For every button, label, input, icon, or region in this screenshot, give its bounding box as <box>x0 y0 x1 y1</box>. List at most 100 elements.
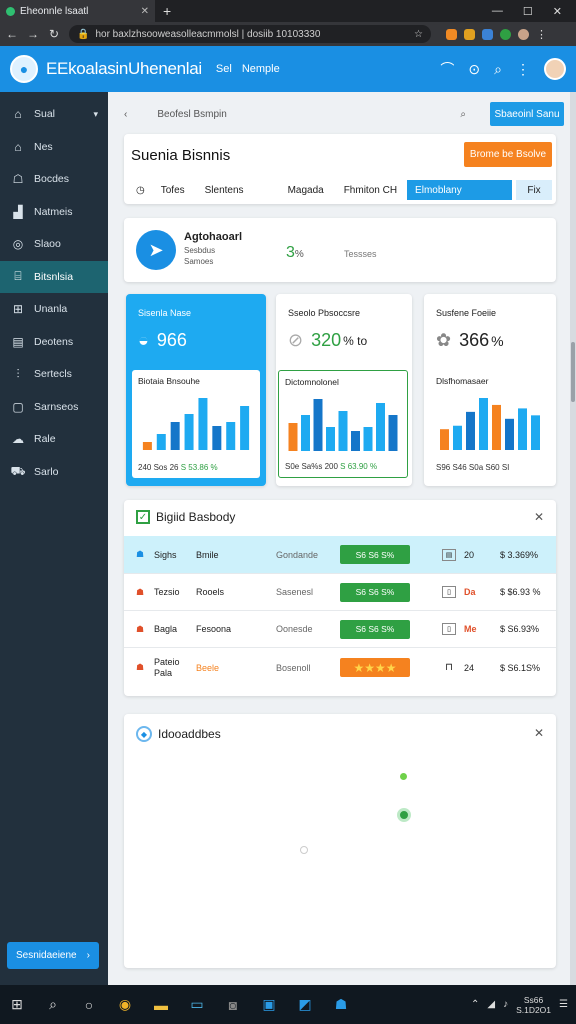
tab-close-icon[interactable]: ✕ <box>141 6 149 17</box>
check-icon[interactable]: ✓ <box>136 510 150 524</box>
tab-favicon-icon <box>6 6 15 16</box>
task-view-icon[interactable]: ○ <box>80 996 98 1014</box>
monitor-icon[interactable]: ▭ <box>188 996 206 1014</box>
extension-folder-icon[interactable] <box>464 28 475 40</box>
avatar[interactable] <box>544 58 566 80</box>
orange-action-button[interactable]: Brome be Bsolve <box>464 142 552 167</box>
sidebar-item-label: Slaoo <box>34 238 61 251</box>
row-status: Gondande <box>276 549 319 560</box>
lock-icon[interactable]: ⊓ <box>442 662 456 674</box>
sidebar-item-label: Unanla <box>34 303 68 316</box>
row-num: Da <box>464 587 476 597</box>
back-icon[interactable]: ← <box>6 27 18 41</box>
stat-card-1[interactable]: Sisenla Nase ◒ 966 Biotaia Bnsouhe 240 S… <box>126 294 266 486</box>
info-icon[interactable]: ⊙ <box>468 61 480 78</box>
sidebar-item-sual[interactable]: ⌂ Sual ▾ <box>0 98 108 131</box>
chevron-up-icon[interactable]: ⌃ <box>471 999 479 1010</box>
extension-window-icon[interactable] <box>482 28 493 40</box>
row-amount: $ S6.93% <box>500 624 540 634</box>
tab-elmoblany[interactable]: Elmoblany <box>407 180 513 200</box>
bookmark-star-icon[interactable]: ☆ <box>414 29 423 40</box>
tab-fhmiton[interactable]: Fhmiton CH <box>334 185 407 196</box>
sidebar-item-slaoo[interactable]: ◎ Slaoo <box>0 228 108 261</box>
store-icon[interactable]: ▣ <box>260 996 278 1014</box>
close-window-icon[interactable]: ✕ <box>553 5 562 18</box>
browser-tab[interactable]: Eheonnle lsaatl ✕ <box>0 0 155 22</box>
sidebar-item-sarnseos[interactable]: ▢ Sarnseos <box>0 391 108 424</box>
close-icon[interactable]: ✕ <box>534 510 544 524</box>
network-icon[interactable]: ◢ <box>487 999 495 1010</box>
profile-icon[interactable] <box>518 28 529 40</box>
sidebar-cta-button[interactable]: Sesnidaeiene › <box>7 942 99 969</box>
minimize-icon[interactable]: — <box>492 5 503 18</box>
table-card: ✓ Bigiid Basbody ✕ ☗ Sighs Bmile Gondand… <box>124 500 556 696</box>
row-name: Pateio Pala <box>154 656 180 678</box>
document-icon[interactable]: ▯ <box>442 623 456 635</box>
signal-icon[interactable]: ⌒ <box>440 59 454 79</box>
app-nav-item[interactable]: Nemple <box>242 63 280 75</box>
row-status: Oonesde <box>276 624 313 634</box>
mail-icon[interactable]: ◩ <box>296 996 314 1014</box>
search-icon[interactable]: ⌕ <box>44 996 62 1014</box>
tab-tofes[interactable]: Tofes <box>151 185 195 196</box>
table-row[interactable]: ☗ Tezsio Rooels Sasenesl S6 S6 S% ▯ Da $… <box>124 573 556 610</box>
sidebar-item-bocdes[interactable]: ☖ Bocdes <box>0 163 108 196</box>
table-row[interactable]: ☗ Sighs Bmile Gondande S6 S6 S% ▤ 20 $ 3… <box>124 536 556 573</box>
stat-bar <box>351 431 360 451</box>
tab-slentens[interactable]: Slentens <box>195 185 254 196</box>
sidebar-item-natmeis[interactable]: ▟ Natmeis <box>0 196 108 229</box>
sidebar-item-nes[interactable]: ⌂ Nes <box>0 131 108 164</box>
people-icon[interactable]: ☗ <box>332 996 350 1014</box>
search-icon[interactable]: ⌕ <box>494 61 502 78</box>
volume-icon[interactable]: ♪ <box>503 999 508 1010</box>
sidebar-item-sertecls[interactable]: ⫶ Sertecls <box>0 358 108 391</box>
top-action-button[interactable]: Sbaeoinl Sanu <box>490 102 564 126</box>
scrollbar-thumb[interactable] <box>571 342 575 402</box>
address-bar[interactable]: 🔒 hor baxlzhsooweasolleacmmolsl | dosiib… <box>69 25 431 43</box>
more-icon[interactable]: ⋮ <box>516 61 530 78</box>
document-icon[interactable]: ▯ <box>442 586 456 598</box>
new-tab-icon[interactable]: + <box>163 3 171 19</box>
reload-icon[interactable]: ↻ <box>48 27 60 41</box>
table-row[interactable]: ☗ Bagla Fesoona Oonesde S6 S6 S% ▯ Me $ … <box>124 610 556 647</box>
maximize-icon[interactable]: ☐ <box>523 5 533 18</box>
stat-footer: S96 S46 S0a S60 SI <box>436 463 509 472</box>
chrome-icon[interactable]: ◉ <box>116 996 134 1014</box>
search-icon[interactable]: ⌕ <box>460 109 466 120</box>
scrollbar[interactable] <box>570 92 576 985</box>
stat-bar <box>440 429 449 450</box>
stat-card-2[interactable]: Sseolo Pbsoccsre ⊘ 320% to Dictomnolonel… <box>276 294 412 486</box>
notifications-icon[interactable]: ☰ <box>559 999 568 1010</box>
close-icon[interactable]: ✕ <box>534 726 544 740</box>
stat-bar <box>453 425 462 450</box>
extension-green-icon[interactable] <box>500 28 511 40</box>
home-icon: ⌂ <box>14 139 22 154</box>
windows-start-icon[interactable]: ⊞ <box>8 996 26 1014</box>
document-icon[interactable]: ▤ <box>442 548 456 561</box>
stat-card-3[interactable]: Susfene Foeiie ✿ 366% Dlsfhomasaer S96 S… <box>424 294 556 486</box>
tab-fix[interactable]: Fix <box>516 180 553 200</box>
app-nav-item[interactable]: Sel <box>216 63 232 75</box>
back-chevron-icon[interactable]: ‹ <box>124 109 127 120</box>
folder-icon[interactable]: ▬ <box>152 996 170 1014</box>
tab-magada[interactable]: Magada <box>278 185 334 196</box>
clock[interactable]: Ss66 S.1D2O1 <box>516 995 551 1015</box>
table-row[interactable]: ☗ Pateio Pala Beele Bosenoll ★★★★ ⊓ 24 $… <box>124 647 556 687</box>
browser-menu-icon[interactable]: ⋮ <box>536 28 547 41</box>
hero-card: Suenia Bisnnis Brome be Bsolve ◷ Tofes S… <box>124 134 556 204</box>
sidebar-item-deotens[interactable]: ▤ Deotens <box>0 326 108 359</box>
extension-fox-icon[interactable] <box>446 28 457 40</box>
app-icon[interactable]: ◙ <box>224 996 242 1014</box>
empty-panel: ◆ Idooaddbes ✕ <box>124 714 556 968</box>
row-num: 20 <box>464 549 475 560</box>
tab-strip: ◷ Tofes Slentens Magada Fhmiton CH Elmob… <box>124 179 556 201</box>
forward-icon[interactable]: → <box>27 27 39 41</box>
stat-footer-green: S 63.90 % <box>340 462 378 471</box>
table-title: Bigiid Basbody <box>156 510 236 524</box>
sidebar-item-unanla[interactable]: ⊞ Unanla <box>0 293 108 326</box>
system-tray: ⌃ ◢ ♪ Ss66 S.1D2O1 ☰ <box>471 995 568 1015</box>
row-badge: S6 S6 S% <box>340 545 410 564</box>
sidebar-item-sarlo[interactable]: ⛟ Sarlo <box>0 456 108 489</box>
sidebar-item-bitsnlsia[interactable]: ⌸ Bitsnlsia <box>0 260 108 293</box>
sidebar-item-rale[interactable]: ☁ Rale <box>0 423 108 456</box>
